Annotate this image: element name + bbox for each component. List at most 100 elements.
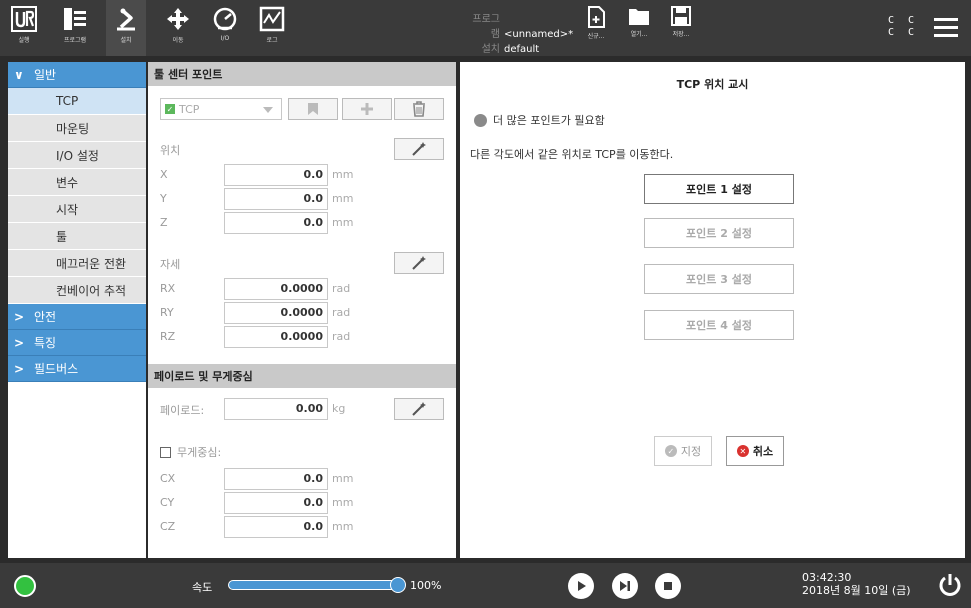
- cog-cx-field[interactable]: 0.0: [224, 468, 328, 490]
- cc-line-2: C C: [888, 27, 919, 38]
- trash-icon: [413, 101, 425, 117]
- save-disk-icon: [671, 6, 691, 26]
- tab-run[interactable]: 실행: [4, 0, 44, 56]
- tab-installation[interactable]: 설치: [106, 0, 146, 56]
- tab-io[interactable]: I/O: [205, 0, 245, 56]
- payload-field[interactable]: 0.00: [224, 398, 328, 420]
- set-default-tcp-button[interactable]: [288, 98, 338, 120]
- pos-x-field[interactable]: 0.0: [224, 164, 328, 186]
- install-key: 설치: [481, 44, 500, 55]
- rot-ry-label: RY: [160, 306, 174, 319]
- cog-checkbox[interactable]: 무게중심:: [160, 444, 221, 460]
- set-point-4-button[interactable]: 포인트 4 설정: [644, 310, 794, 340]
- tcp-select-value: TCP: [179, 102, 200, 116]
- sidebar: ∨ 일반 TCP 마운팅 I/O 설정 변수 시작 툴 매끄러운 전환 컨베이어…: [8, 62, 146, 558]
- speed-slider[interactable]: [228, 580, 398, 590]
- tab-log[interactable]: 로그: [252, 0, 292, 56]
- orientation-label: 자세: [160, 258, 181, 271]
- step-forward-icon: [620, 581, 630, 591]
- x-circle-icon: ✕: [736, 445, 749, 457]
- sidebar-section-features[interactable]: > 특징: [8, 330, 146, 356]
- cancel-button[interactable]: ✕ 취소: [726, 436, 784, 466]
- robot-status-indicator[interactable]: [14, 575, 36, 597]
- move-arrows-icon: [167, 8, 189, 30]
- set-point-3-button[interactable]: 포인트 3 설정: [644, 264, 794, 294]
- teach-instruction: 다른 각도에서 같은 위치로 TCP를 이동한다.: [470, 148, 674, 161]
- play-button[interactable]: [568, 573, 594, 599]
- tab-program-label: 프로그램: [63, 37, 87, 44]
- pos-y-label: Y: [160, 192, 167, 205]
- set-point-1-button[interactable]: 포인트 1 설정: [644, 174, 794, 204]
- cc-indicator[interactable]: C C C C: [888, 15, 918, 39]
- cog-cy-unit: mm: [332, 496, 354, 509]
- cog-cz-unit: mm: [332, 520, 354, 533]
- header-bar: 실행 프로그램 설치 이동 I/O 로그 프로그램 <unnamed>* 설치 …: [0, 0, 971, 56]
- payload-wizard-button[interactable]: [394, 398, 444, 420]
- footer-bar: 속도 100% 03:42:30 2018년 8월 10일 (금): [0, 563, 971, 608]
- speed-slider-handle[interactable]: [390, 577, 406, 593]
- stop-button[interactable]: [655, 573, 681, 599]
- sidebar-item-label: 마운팅: [56, 121, 90, 136]
- sidebar-section-safety[interactable]: > 안전: [8, 304, 146, 330]
- sidebar-item-mounting[interactable]: 마운팅: [8, 115, 146, 142]
- rot-rz-field[interactable]: 0.0000: [224, 326, 328, 348]
- tcp-select[interactable]: ✓ TCP: [160, 98, 282, 120]
- rot-rx-field[interactable]: 0.0000: [224, 278, 328, 300]
- cancel-label: 취소: [752, 445, 774, 458]
- set-point-2-button[interactable]: 포인트 2 설정: [644, 218, 794, 248]
- new-button[interactable]: 신규...: [580, 0, 612, 56]
- teach-status-text: 더 많은 포인트가 필요함: [493, 114, 605, 127]
- speed-label: 속도: [192, 581, 213, 594]
- robot-arm-icon: [117, 8, 135, 31]
- speed-value: 100%: [410, 579, 442, 592]
- sidebar-item-tool[interactable]: 툴: [8, 223, 146, 250]
- sidebar-item-startup[interactable]: 시작: [8, 196, 146, 223]
- power-button[interactable]: [938, 573, 962, 600]
- sidebar-item-label: 매끄러운 전환: [56, 256, 127, 271]
- dropdown-arrow-icon: [263, 107, 273, 113]
- cog-cz-field[interactable]: 0.0: [224, 516, 328, 538]
- cog-cy-field[interactable]: 0.0: [224, 492, 328, 514]
- pos-z-field[interactable]: 0.0: [224, 212, 328, 234]
- sidebar-section-general[interactable]: ∨ 일반: [8, 62, 146, 88]
- status-dot-icon: [474, 113, 487, 127]
- bookmark-icon: [308, 103, 318, 115]
- ok-label: 지정: [680, 445, 702, 458]
- sidebar-item-label: 툴: [56, 229, 68, 244]
- sidebar-section-label: 필드버스: [34, 362, 79, 376]
- sidebar-item-smooth-transition[interactable]: 매끄러운 전환: [8, 250, 146, 277]
- sidebar-item-conveyor-tracking[interactable]: 컨베이어 추적: [8, 277, 146, 304]
- tab-move[interactable]: 이동: [158, 0, 198, 56]
- tab-program[interactable]: 프로그램: [55, 0, 95, 56]
- orientation-wizard-button[interactable]: [394, 252, 444, 274]
- position-wizard-button[interactable]: [394, 138, 444, 160]
- rot-rz-label: RZ: [160, 330, 176, 343]
- step-button[interactable]: [612, 573, 638, 599]
- chevron-down-icon: ∨: [14, 67, 24, 82]
- cog-cy-label: CY: [160, 496, 175, 509]
- open-button-label: 열기...: [630, 31, 648, 38]
- save-button[interactable]: 저장...: [665, 0, 697, 56]
- cog-cx-label: CX: [160, 472, 176, 485]
- add-tcp-button[interactable]: [342, 98, 392, 120]
- magic-wand-icon: [412, 142, 426, 156]
- pos-y-field[interactable]: 0.0: [224, 188, 328, 210]
- pos-y-unit: mm: [332, 192, 354, 205]
- sidebar-item-label: 시작: [56, 202, 79, 217]
- sidebar-item-tcp[interactable]: TCP: [8, 88, 146, 115]
- rot-ry-field[interactable]: 0.0000: [224, 302, 328, 324]
- sidebar-item-io-setup[interactable]: I/O 설정: [8, 142, 146, 169]
- payload-unit: kg: [332, 402, 346, 415]
- tcp-panel-title: 툴 센터 포인트: [148, 62, 456, 86]
- delete-tcp-button[interactable]: [394, 98, 444, 120]
- sidebar-item-variables[interactable]: 변수: [8, 169, 146, 196]
- program-key: 프로그램: [472, 14, 500, 40]
- tab-move-label: 이동: [172, 37, 184, 44]
- sidebar-section-fieldbus[interactable]: > 필드버스: [8, 356, 146, 382]
- open-button[interactable]: 열기...: [623, 0, 655, 56]
- hamburger-menu-icon[interactable]: [934, 18, 958, 38]
- sidebar-item-label: 변수: [56, 175, 79, 190]
- clock-time: 03:42:30: [802, 571, 852, 584]
- pos-x-label: X: [160, 168, 168, 181]
- ok-button[interactable]: ✓ 지정: [654, 436, 712, 466]
